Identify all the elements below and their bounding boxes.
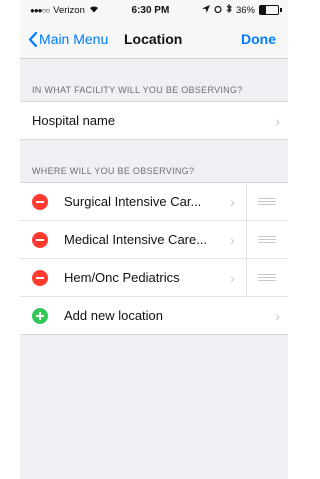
location-icon: [201, 4, 210, 16]
reorder-handle-icon[interactable]: [258, 274, 276, 281]
add-location-row[interactable]: Add new location ›: [20, 297, 288, 334]
chevron-right-icon: ›: [275, 112, 280, 129]
chevron-right-icon: ›: [230, 269, 235, 286]
alarm-icon: [214, 5, 222, 16]
chevron-right-icon: ›: [275, 307, 280, 324]
reorder-handle-icon[interactable]: [258, 198, 276, 205]
battery-percent: 36%: [235, 4, 255, 16]
locations-group: Surgical Intensive Car... › Medical Inte…: [20, 182, 288, 335]
row-divider: [246, 183, 247, 220]
facility-group: Hospital name ›: [20, 101, 288, 140]
delete-icon[interactable]: [32, 193, 48, 210]
add-location-label: Add new location: [64, 308, 164, 323]
location-row[interactable]: Hem/Onc Pediatrics ›: [20, 259, 288, 297]
location-label: Medical Intensive Care...: [64, 232, 208, 247]
status-left: ●●●○○ Verizon: [30, 5, 99, 16]
location-row[interactable]: Surgical Intensive Car... ›: [20, 183, 288, 221]
chevron-left-icon: [28, 31, 37, 47]
wifi-icon: [89, 5, 99, 16]
battery-icon: [258, 5, 279, 15]
back-button[interactable]: Main Menu: [20, 31, 108, 47]
carrier-name: Verizon: [53, 4, 85, 16]
chevron-right-icon: ›: [230, 231, 235, 248]
add-icon[interactable]: [32, 307, 48, 324]
location-row[interactable]: Medical Intensive Care... ›: [20, 221, 288, 259]
status-time: 6:30 PM: [131, 4, 170, 16]
delete-icon[interactable]: [32, 231, 48, 248]
hospital-name-label: Hospital name: [32, 113, 116, 128]
bluetooth-icon: [226, 3, 232, 16]
delete-icon[interactable]: [32, 269, 48, 286]
location-label: Surgical Intensive Car...: [64, 194, 202, 209]
facility-section-header: IN WHAT FACILITY WILL YOU BE OBSERVING?: [32, 85, 243, 95]
hospital-name-row[interactable]: Hospital name ›: [20, 102, 288, 139]
locations-section-header: WHERE WILL YOU BE OBSERVING?: [32, 166, 195, 176]
row-divider: [246, 221, 247, 258]
row-divider: [246, 259, 247, 296]
chevron-right-icon: ›: [230, 193, 235, 210]
location-label: Hem/Onc Pediatrics: [64, 270, 180, 285]
navigation-bar: Main Menu Location Done: [20, 20, 288, 59]
battery-tip: [279, 8, 282, 12]
back-button-label: Main Menu: [39, 31, 109, 47]
status-right: 36%: [201, 3, 282, 16]
signal-icon: ●●●○○: [30, 5, 50, 15]
reorder-handle-icon[interactable]: [258, 236, 276, 243]
done-button[interactable]: Done: [241, 31, 276, 47]
phone-screen: ●●●○○ Verizon 6:30 PM 36% Main Menu Loca…: [20, 0, 288, 479]
status-bar: ●●●○○ Verizon 6:30 PM 36%: [20, 0, 288, 20]
page-title: Location: [124, 31, 183, 47]
